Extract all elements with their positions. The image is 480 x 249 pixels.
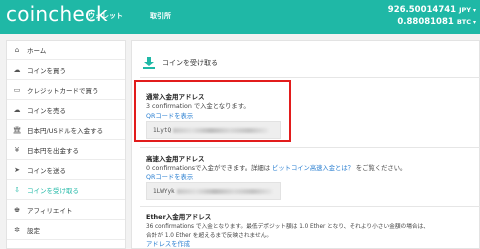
nav-wallet[interactable]: ウォレット xyxy=(88,11,123,21)
bank-icon: 🏛 xyxy=(12,126,22,134)
btc-balance[interactable]: 0.88081081 BTC ▾ xyxy=(397,17,476,27)
fast-deposit-address-field[interactable]: 1LWYyk xyxy=(146,182,281,200)
sidebar-item-credit-card[interactable]: ▭ クレジットカードで買う xyxy=(7,81,125,100)
btc-amount: 0.88081081 xyxy=(397,17,454,27)
top-bar: coincheck ウォレット 取引所 926.50014741 JPY ▾ 0.8… xyxy=(0,0,480,34)
sidebar-item-receive[interactable]: ⇩ コインを受け取る xyxy=(7,181,125,200)
send-icon: ➤ xyxy=(14,166,20,174)
receive-icon: ⇩ xyxy=(14,186,20,194)
sidebar-item-send[interactable]: ➤ コインを送る xyxy=(7,161,125,180)
affiliate-icon: ♚ xyxy=(13,206,21,214)
create-address-link[interactable]: アドレスを作成 xyxy=(146,239,190,248)
fast-deposit-info-link[interactable]: ビットコイン高速入金とは？ xyxy=(272,165,354,172)
gear-icon: ✲ xyxy=(14,226,20,234)
main-panel: コインを受け取る 通常入金用アドレス 3 confirmation で入金となり… xyxy=(131,40,480,249)
cloud-download-icon: ☁ xyxy=(13,66,21,74)
section-desc-fast: 0 confirmationsで入金ができます。詳細は ビットコイン高速入金とは… xyxy=(146,163,406,172)
desc-text: 0 confirmationsで入金ができます。詳細は xyxy=(146,165,271,172)
address-redacted xyxy=(176,189,272,194)
page-title: コインを受け取る xyxy=(162,59,218,67)
sidebar-item-withdraw[interactable]: ¥ 日本円を出金する xyxy=(7,141,125,160)
sidebar-item-affiliate[interactable]: ♚ アフィリエイト xyxy=(7,201,125,220)
sidebar-item-label: コインを送る xyxy=(27,167,66,175)
divider xyxy=(140,147,480,148)
jpy-amount: 926.50014741 xyxy=(387,5,457,15)
highlight-box xyxy=(134,80,291,142)
section-desc-ether: 36 confirmations で入金となります。最低デポジット額は 1.0 … xyxy=(146,224,429,230)
sidebar-item-label: コインを売る xyxy=(27,107,66,115)
sidebar-item-buy[interactable]: ☁ コインを買う xyxy=(7,61,125,80)
sidebar-item-home[interactable]: ⌂ ホーム xyxy=(7,41,125,60)
cloud-upload-icon: ☁ xyxy=(13,106,21,114)
page-header: コインを受け取る xyxy=(142,57,218,69)
home-icon: ⌂ xyxy=(14,46,20,54)
section-title-ether: Ether入金用アドレス xyxy=(146,213,212,221)
sidebar-item-sell[interactable]: ☁ コインを売る xyxy=(7,101,125,120)
jpy-currency: JPY xyxy=(459,6,471,14)
sidebar-item-label: 日本円/USドルを入金する xyxy=(27,127,104,135)
sidebar-item-label: アフィリエイト xyxy=(27,207,73,215)
nav-exchange[interactable]: 取引所 xyxy=(150,11,171,21)
chevron-down-icon: ▾ xyxy=(472,7,476,14)
sidebar-item-deposit[interactable]: 🏛 日本円/USドルを入金する xyxy=(7,121,125,140)
sidebar-item-label: クレジットカードで買う xyxy=(27,87,99,95)
sidebar: ⌂ ホーム ☁ コインを買う ▭ クレジットカードで買う ☁ コインを売る 🏛 日本円/U… xyxy=(6,40,126,249)
sidebar-item-label: 設定 xyxy=(27,227,40,235)
section-desc-ether-2: 合計が 1.0 Ether を超えるまで反映されません。 xyxy=(146,233,273,239)
sidebar-item-label: 日本円を出金する xyxy=(27,147,79,155)
section-title-fast: 高速入金用アドレス xyxy=(146,155,205,163)
divider xyxy=(140,77,480,78)
btc-currency: BTC xyxy=(456,18,471,26)
chevron-down-icon: ▾ xyxy=(472,19,476,26)
download-icon xyxy=(142,57,156,69)
show-qr-link[interactable]: QRコードを表示 xyxy=(146,172,193,181)
desc-text: をご覧ください。 xyxy=(355,165,407,172)
sidebar-item-label: コインを受け取る xyxy=(27,187,79,195)
address-prefix: 1LWYyk xyxy=(153,188,175,195)
sidebar-item-label: コインを買う xyxy=(27,67,66,75)
sidebar-item-settings[interactable]: ✲ 設定 xyxy=(7,221,125,240)
jpy-balance[interactable]: 926.50014741 JPY ▾ xyxy=(388,5,476,15)
yen-icon: ¥ xyxy=(14,146,20,154)
sidebar-item-label: ホーム xyxy=(27,47,47,55)
credit-card-icon: ▭ xyxy=(13,86,21,94)
divider xyxy=(140,206,480,207)
